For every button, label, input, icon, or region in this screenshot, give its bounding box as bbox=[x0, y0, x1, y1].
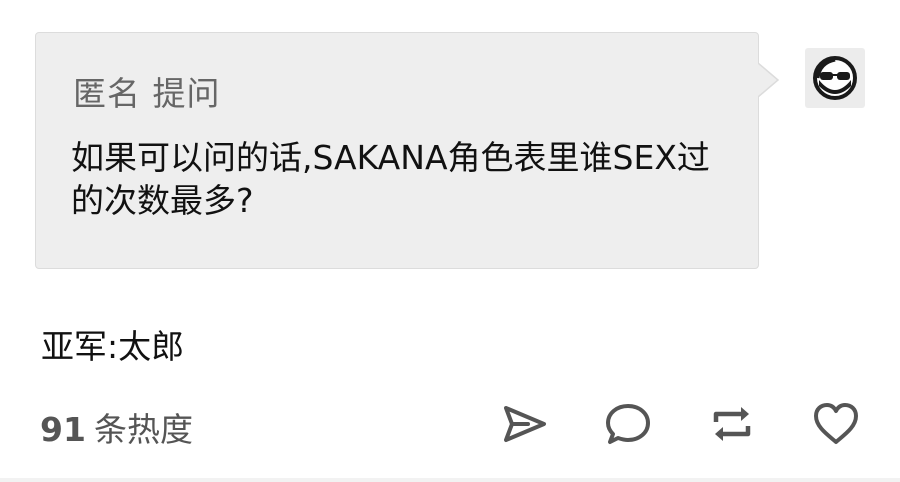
like-icon bbox=[814, 403, 858, 444]
asker-label: 匿名 提问 bbox=[73, 67, 221, 115]
notes-number: 91 bbox=[40, 410, 86, 449]
post-card: 匿名 提问 如果可以问的话,SAKANA角色表里谁SEX过的次数最多? 亚军:太… bbox=[0, 0, 900, 482]
reblog-icon bbox=[713, 407, 751, 441]
asker-avatar[interactable] bbox=[805, 48, 865, 108]
share-button[interactable] bbox=[500, 400, 548, 448]
sunglasses-face-icon bbox=[813, 56, 857, 100]
ask-verb: 提问 bbox=[152, 74, 221, 113]
asker-name[interactable]: 匿名 bbox=[73, 74, 141, 113]
notes-count[interactable]: 91 条热度 bbox=[40, 403, 193, 451]
reply-icon bbox=[606, 404, 650, 444]
reblog-button[interactable] bbox=[708, 400, 756, 448]
notes-label: 条热度 bbox=[93, 410, 193, 449]
ask-bubble: 匿名 提问 如果可以问的话,SAKANA角色表里谁SEX过的次数最多? bbox=[35, 32, 759, 269]
question-text: 如果可以问的话,SAKANA角色表里谁SEX过的次数最多? bbox=[71, 138, 710, 220]
like-button[interactable] bbox=[812, 400, 860, 448]
divider bbox=[0, 478, 900, 482]
answer-text: 亚军:太郎 bbox=[41, 327, 185, 366]
share-icon bbox=[504, 406, 546, 442]
reply-button[interactable] bbox=[604, 400, 652, 448]
